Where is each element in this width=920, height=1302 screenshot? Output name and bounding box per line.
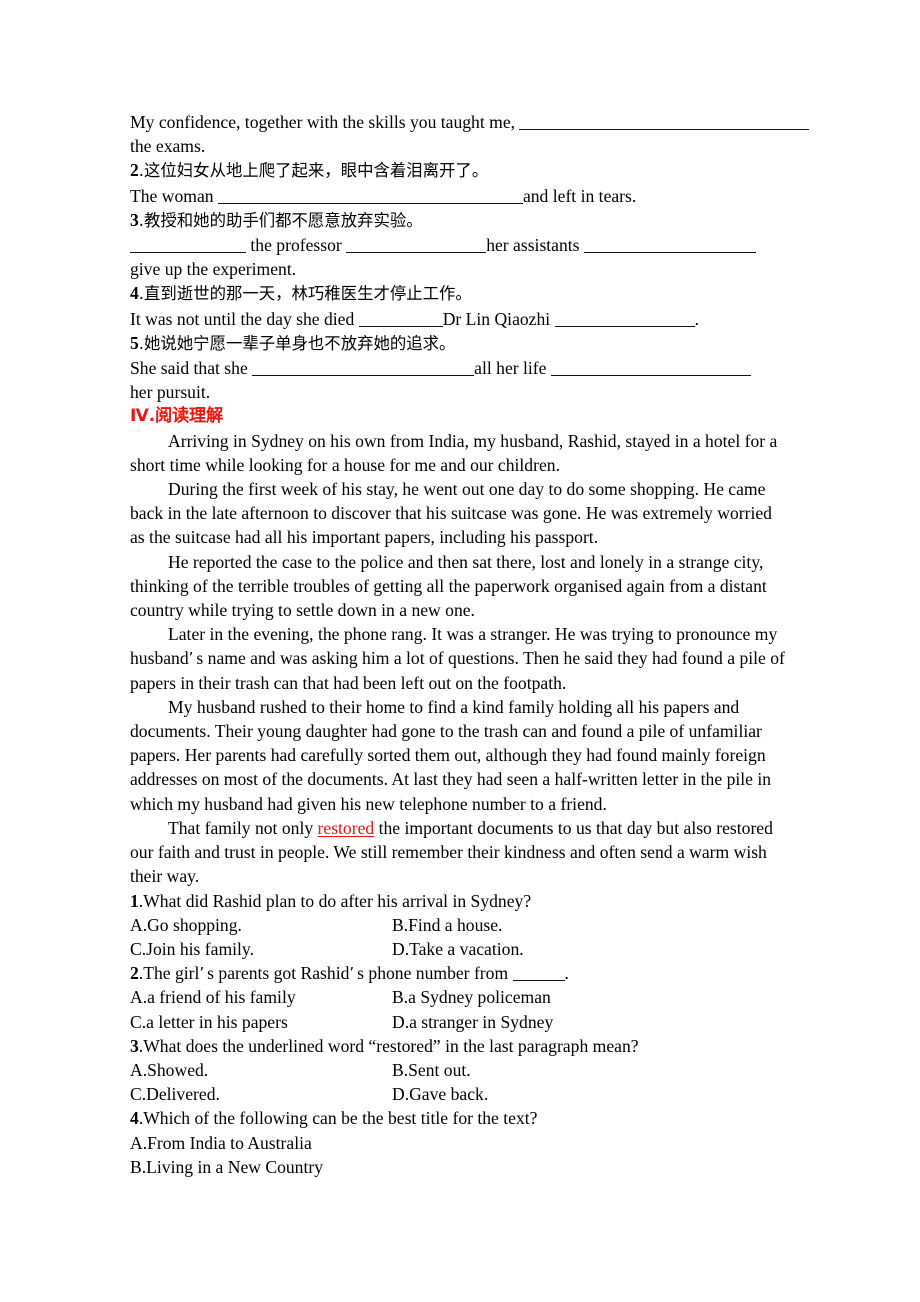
- question-4-option-a[interactable]: A.From India to Australia: [130, 1131, 788, 1155]
- item3-english-part1: the professor: [250, 235, 342, 256]
- translation-item-4-english: It was not until the day she died Dr Lin…: [130, 307, 788, 331]
- passage-paragraph-final: That family not only restored the import…: [130, 816, 788, 889]
- option-c[interactable]: C.a letter in his papers: [130, 1010, 392, 1034]
- item3-number: 3: [130, 209, 139, 230]
- question-4-text: .Which of the following can be the best …: [138, 1108, 538, 1129]
- answer-blank[interactable]: [217, 188, 523, 204]
- translation-item-3-english-line-2: give up the experiment.: [130, 257, 788, 281]
- translation-item-1-line-1: My confidence, together with the skills …: [130, 110, 810, 134]
- item5-english-part3: her pursuit.: [130, 382, 211, 403]
- underlined-vocab-word: restored: [317, 817, 375, 838]
- question-3-options-row-1: A.Showed. B.Sent out.: [130, 1058, 788, 1082]
- apostrophe-glyph: ’: [349, 964, 355, 983]
- question-4-stem: 4.Which of the following can be the best…: [130, 1106, 788, 1130]
- section-heading-reading-comprehension: Ⅳ.阅读理解: [130, 406, 223, 427]
- document-page: My confidence, together with the skills …: [0, 0, 920, 1302]
- item2-chinese: .这位妇女从地上爬了起来，眼中含着泪离开了。: [138, 161, 489, 181]
- translation-item-2-chinese: 2.这位妇女从地上爬了起来，眼中含着泪离开了。: [130, 158, 788, 183]
- question-3-stem: 3.What does the underlined word “restore…: [130, 1034, 788, 1058]
- item1-english-part2: the exams.: [130, 136, 206, 157]
- option-c[interactable]: C.Join his family.: [130, 937, 392, 961]
- translation-item-1-line-2: the exams.: [130, 134, 788, 158]
- item4-chinese: .直到逝世的那一天，林巧稚医生才停止工作。: [138, 284, 472, 304]
- translation-item-3-chinese: 3.教授和她的助手们都不愿意放弃实验。: [130, 208, 788, 233]
- passage-paragraph: My husband rushed to their home to find …: [130, 696, 772, 814]
- option-d[interactable]: D.Gave back.: [392, 1082, 788, 1106]
- item4-english-part2: Dr Lin Qiaozhi: [442, 308, 551, 329]
- passage-paragraph: Arriving in Sydney on his own from India…: [130, 430, 778, 475]
- answer-blank[interactable]: [358, 311, 443, 327]
- question-2-number: 2: [130, 963, 139, 984]
- answer-blank[interactable]: [512, 965, 565, 982]
- question-1-options-row-1: A.Go shopping. B.Find a house.: [130, 913, 788, 937]
- item3-chinese: .教授和她的助手们都不愿意放弃实验。: [138, 210, 423, 230]
- translation-item-4-chinese: 4.直到逝世的那一天，林巧稚医生才停止工作。: [130, 281, 788, 306]
- question-3-text: .What does the underlined word “restored…: [138, 1035, 639, 1056]
- option-d[interactable]: D.a stranger in Sydney: [392, 1010, 788, 1034]
- question-1-text: .What did Rashid plan to do after his ar…: [138, 890, 532, 911]
- final-para-part1: That family not only: [168, 817, 318, 838]
- answer-blank[interactable]: [252, 360, 475, 377]
- passage-paragraph: He reported the case to the police and t…: [130, 551, 767, 621]
- option-a[interactable]: A.a friend of his family: [130, 985, 392, 1009]
- item2-english-part1: The woman: [130, 185, 214, 206]
- answer-blank[interactable]: [550, 360, 751, 377]
- option-b[interactable]: B.Sent out.: [392, 1058, 788, 1082]
- option-a[interactable]: A.Go shopping.: [130, 913, 392, 937]
- question-2-text-part4: .: [564, 963, 569, 984]
- question-2-text-part2: s parents got Rashid: [207, 963, 350, 984]
- translation-item-5-english-line-2: her pursuit.: [130, 380, 788, 404]
- question-1-stem: 1.What did Rashid plan to do after his a…: [130, 889, 788, 913]
- answer-blank[interactable]: [583, 237, 756, 254]
- question-3-number: 3: [130, 1035, 139, 1056]
- question-3-options-row-2: C.Delivered. D.Gave back.: [130, 1082, 788, 1106]
- answer-blank[interactable]: [554, 311, 695, 327]
- option-b[interactable]: B.a Sydney policeman: [392, 985, 788, 1009]
- translation-item-2-english: The woman and left in tears.: [130, 184, 788, 208]
- translation-item-5-english-line-1: She said that she all her life: [130, 356, 788, 380]
- question-4-number: 4: [130, 1108, 139, 1129]
- item4-number: 4: [130, 283, 139, 304]
- question-2-text-part1: .The girl: [138, 963, 200, 984]
- item5-english-part2: all her life: [474, 358, 547, 379]
- question-2-stem: 2.The girl’ s parents got Rashid’ s phone …: [130, 961, 788, 985]
- item5-english-part1: She said that she: [130, 358, 248, 379]
- question-4-option-b[interactable]: B.Living in a New Country: [130, 1155, 788, 1179]
- item2-number: 2: [130, 160, 139, 181]
- item4-english-part3: .: [694, 308, 699, 329]
- question-2-options-row-2: C.a letter in his papers D.a stranger in…: [130, 1010, 788, 1034]
- option-c[interactable]: C.Delivered.: [130, 1082, 392, 1106]
- item5-number: 5: [130, 332, 139, 353]
- option-b[interactable]: B.Find a house.: [392, 913, 788, 937]
- item5-chinese: .她说她宁愿一辈子单身也不放弃她的追求。: [138, 333, 456, 353]
- passage-paragraph: During the first week of his stay, he we…: [130, 479, 772, 548]
- answer-blank[interactable]: [519, 114, 810, 130]
- answer-blank[interactable]: [346, 237, 487, 254]
- translation-item-3-english-line-1: the professor her assistants: [130, 233, 788, 257]
- phone-para-part2: s name and was asking him a lot of quest…: [130, 648, 785, 693]
- item3-english-part3: give up the experiment.: [130, 259, 297, 280]
- item4-english-part1: It was not until the day she died: [130, 308, 355, 329]
- option-a[interactable]: A.Showed.: [130, 1058, 392, 1082]
- question-2-options-row-1: A.a friend of his family B.a Sydney poli…: [130, 985, 788, 1009]
- item2-english-part2: and left in tears.: [522, 185, 637, 206]
- passage-paragraph-phone-call: Later in the evening, the phone rang. It…: [130, 622, 788, 695]
- item3-english-part2: her assistants: [486, 235, 580, 256]
- apostrophe-glyph: ’: [199, 964, 205, 983]
- option-d[interactable]: D.Take a vacation.: [392, 937, 788, 961]
- question-2-text-part3: s phone number from: [357, 963, 509, 984]
- answer-blank[interactable]: [130, 237, 246, 254]
- translation-item-5-chinese: 5.她说她宁愿一辈子单身也不放弃她的追求。: [130, 331, 788, 356]
- question-1-number: 1: [130, 890, 139, 911]
- question-1-options-row-2: C.Join his family. D.Take a vacation.: [130, 937, 788, 961]
- item1-english-part1: My confidence, together with the skills …: [130, 112, 516, 132]
